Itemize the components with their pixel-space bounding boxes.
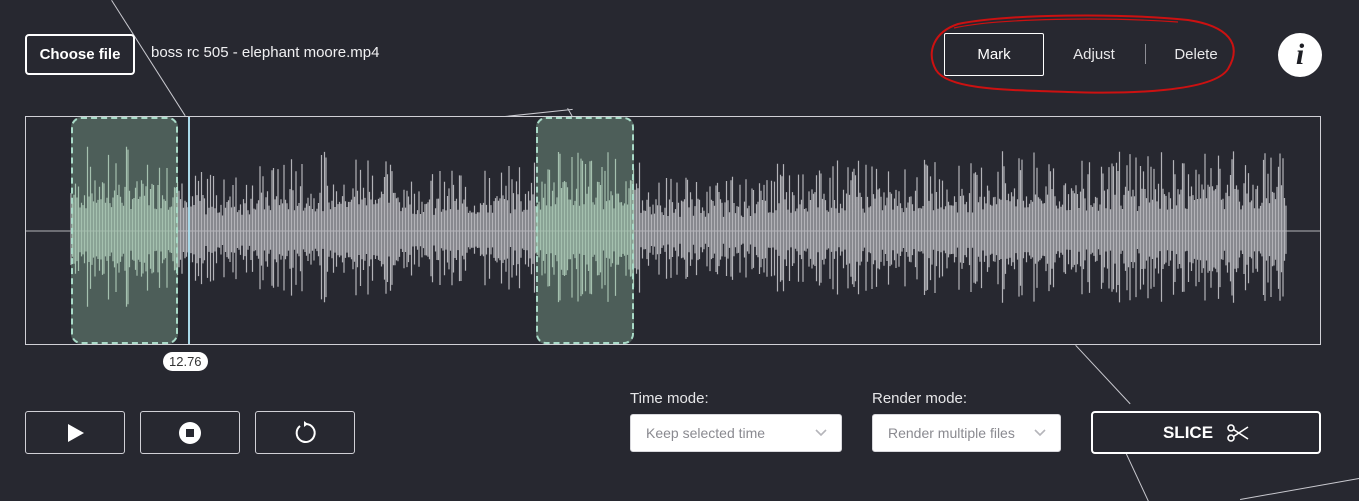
waveform xyxy=(26,146,1320,307)
info-button[interactable]: i xyxy=(1278,33,1322,77)
slice-label: SLICE xyxy=(1162,422,1214,442)
time-mode-select[interactable]: Keep selected time xyxy=(630,414,842,452)
marked-region[interactable] xyxy=(71,117,178,344)
stop-icon xyxy=(179,421,201,444)
play-icon xyxy=(68,423,84,442)
playhead-cursor[interactable] xyxy=(188,117,190,344)
mark-mode-button[interactable]: Mark xyxy=(944,33,1044,76)
mode-divider xyxy=(1145,44,1146,64)
delete-mode-button[interactable]: Delete xyxy=(1160,33,1232,76)
decorative-line xyxy=(1240,477,1359,500)
scissors-icon xyxy=(1227,423,1249,442)
time-mode-label: Time mode: xyxy=(630,390,709,407)
time-mode-value: Keep selected time xyxy=(646,425,766,441)
slice-button[interactable]: SLICE xyxy=(1091,411,1321,454)
playhead-time: 12.76 xyxy=(163,352,208,371)
chevron-down-icon xyxy=(815,429,827,437)
play-button[interactable] xyxy=(25,411,125,454)
render-mode-label: Render mode: xyxy=(872,390,968,407)
decorative-line xyxy=(1125,452,1149,501)
marked-region[interactable] xyxy=(536,117,634,344)
waveform-editor[interactable] xyxy=(25,116,1321,345)
file-name: boss rc 505 - elephant moore.mp4 xyxy=(151,44,380,61)
choose-file-button[interactable]: Choose file xyxy=(25,34,135,75)
restart-icon xyxy=(295,420,316,443)
chevron-down-icon xyxy=(1034,429,1046,437)
restart-button[interactable] xyxy=(255,411,355,454)
decorative-line xyxy=(1075,345,1131,405)
render-mode-select[interactable]: Render multiple files xyxy=(872,414,1061,452)
render-mode-value: Render multiple files xyxy=(888,425,1015,441)
stop-button[interactable] xyxy=(140,411,240,454)
adjust-mode-button[interactable]: Adjust xyxy=(1056,33,1132,76)
